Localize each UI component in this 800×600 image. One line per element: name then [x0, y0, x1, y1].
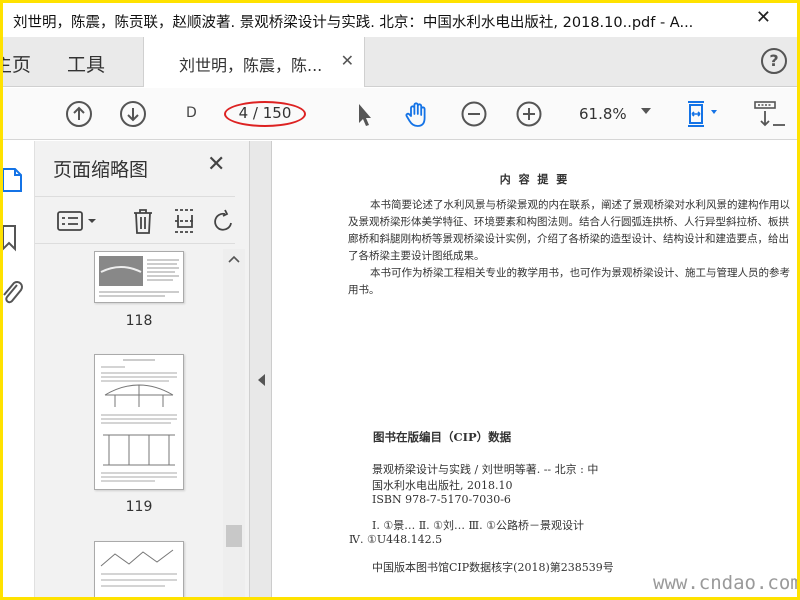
panel-close-button[interactable]: ✕: [207, 152, 225, 177]
panel-splitter[interactable]: [250, 141, 272, 597]
thumbnail-page-120[interactable]: [94, 541, 184, 597]
page-count: 4 / 150: [224, 101, 306, 127]
thumbnail-scrollbar[interactable]: [223, 249, 245, 597]
thumbnail-page-119[interactable]: [94, 354, 184, 490]
cip-line: 景观桥梁设计与实践 / 刘世明等著. -- 北京 : 中: [372, 463, 599, 476]
thumbnail-image: [101, 359, 177, 482]
cip-line: 中国版本图书馆CIP数据核字(2018)第238539号: [372, 561, 614, 574]
cip-line: Ⅳ. ①U448.142.5: [349, 533, 443, 546]
cip-line: ISBN 978-7-5170-7030-6: [372, 493, 511, 506]
chevron-up-icon[interactable]: [228, 255, 240, 263]
document-tab-label: 刘世明，陈震，陈...: [179, 56, 323, 75]
arrow-up-circle-icon[interactable]: [64, 99, 94, 129]
arrow-down-circle-icon[interactable]: [118, 99, 148, 129]
window-title: 刘世明，陈震，陈贡联，赵顺波著. 景观桥梁设计与实践. 北京：中国水利水电出版社…: [13, 15, 694, 31]
left-rail: [3, 141, 35, 597]
collapse-panel-arrow-icon[interactable]: [258, 374, 265, 386]
rotate-icon[interactable]: [213, 207, 235, 235]
thumbnail-image: [99, 256, 179, 297]
summary-paragraph-1: 本书简要论述了水利风景与桥梁景观的内在联系，阐述了景观桥梁对水利风景的建构作用以…: [348, 199, 790, 262]
help-button[interactable]: ?: [761, 48, 787, 74]
document-viewport[interactable]: 内 容 提 要 本书简要论述了水利风景与桥梁景观的内在联系，阐述了景观桥梁对水利…: [272, 141, 797, 597]
cursor-icon[interactable]: [349, 99, 379, 129]
window-close-button[interactable]: ✕: [756, 7, 771, 28]
thumbnail-label: 118: [125, 313, 153, 329]
zoom-in-icon[interactable]: [514, 99, 544, 129]
thumbnail-label: 119: [125, 499, 153, 515]
thumbnail-options-icon[interactable]: [57, 209, 99, 233]
toolbar: D 4 / 150 61.8%: [3, 88, 797, 140]
fit-page-icon[interactable]: [684, 99, 724, 129]
page-thumbnails-panel: 页面缩略图 ✕ 118 119: [35, 141, 250, 597]
title-bar: 刘世明，陈震，陈贡联，赵顺波著. 景观桥梁设计与实践. 北京：中国水利水电出版社…: [3, 3, 797, 37]
scrollbar-thumb[interactable]: [226, 525, 242, 547]
cip-line: 国水利水电出版社, 2018.10: [372, 479, 513, 492]
watermark: www.cndao.com: [653, 572, 797, 594]
tab-home[interactable]: 主页: [3, 50, 31, 77]
document-tab-close-button[interactable]: ✕: [341, 51, 354, 70]
page-thumbnails-icon[interactable]: [3, 165, 23, 195]
panel-toolbar: [35, 196, 235, 244]
scroll-mode-icon[interactable]: [753, 99, 793, 129]
cip-line: Ⅰ. ①景… Ⅱ. ①刘… Ⅲ. ①公路桥－景观设计: [372, 519, 584, 532]
panel-title: 页面缩略图: [53, 159, 149, 181]
tab-bar: 主页 工具 刘世明，陈震，陈... ✕ ?: [3, 37, 797, 87]
app-window: 刘世明，陈震，陈贡联，赵顺波著. 景观桥梁设计与实践. 北京：中国水利水电出版社…: [3, 3, 797, 597]
trash-icon[interactable]: [131, 207, 155, 235]
zoom-out-icon[interactable]: [459, 99, 489, 129]
summary-heading: 内 容 提 要: [499, 173, 570, 186]
extract-pages-icon[interactable]: [172, 207, 198, 235]
bookmark-icon[interactable]: [3, 223, 21, 253]
summary-paragraph-2: 本书可作为桥梁工程相关专业的教学用书，也可作为景观桥梁设计、施工与管理人员的参考…: [348, 267, 790, 296]
paperclip-icon[interactable]: [3, 279, 25, 309]
hand-icon[interactable]: [402, 99, 432, 129]
document-page: 内 容 提 要 本书简要论述了水利风景与桥梁景观的内在联系，阐述了景观桥梁对水利…: [272, 141, 797, 597]
zoom-level-select[interactable]: 61.8%: [579, 105, 627, 123]
tab-tools[interactable]: 工具: [67, 50, 105, 77]
tab-document[interactable]: 刘世明，陈震，陈... ✕: [143, 37, 365, 87]
thumbnail-image: [100, 549, 177, 587]
page-number-input[interactable]: D: [186, 105, 197, 121]
thumbnail-page-118[interactable]: [94, 251, 184, 303]
cip-title: 图书在版编目（CIP）数据: [373, 430, 512, 444]
chevron-down-icon[interactable]: [641, 108, 651, 114]
